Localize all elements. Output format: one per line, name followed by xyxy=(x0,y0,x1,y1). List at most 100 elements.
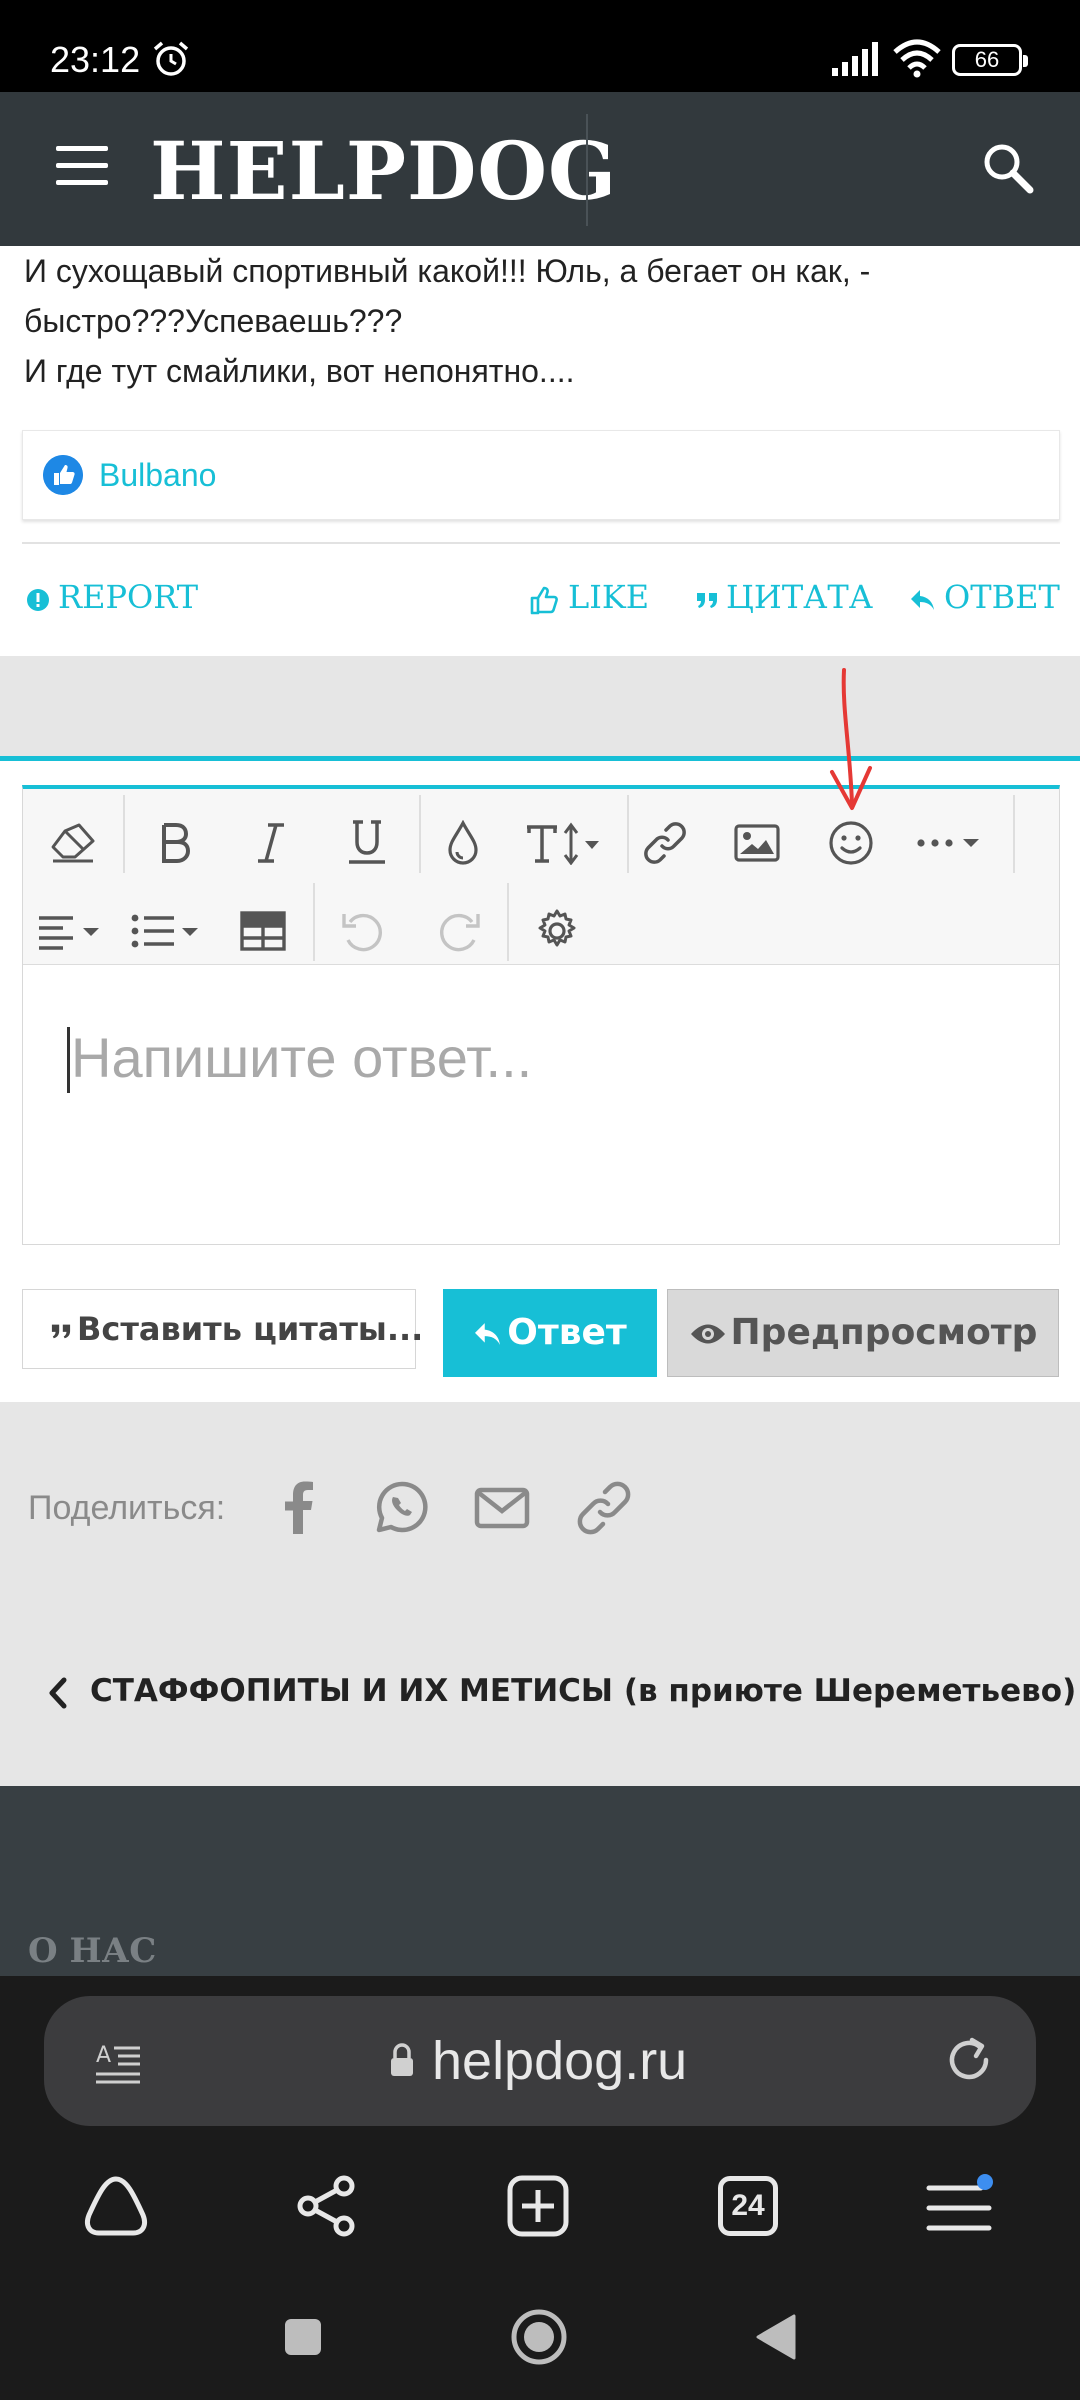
redo-icon xyxy=(440,913,480,952)
toolbar-divider xyxy=(507,883,509,961)
undo-button[interactable] xyxy=(333,901,393,961)
system-home-button[interactable] xyxy=(504,2302,574,2372)
insert-table-button[interactable] xyxy=(233,901,293,961)
underline-button[interactable] xyxy=(337,813,397,873)
liked-by-user-link[interactable]: Bulbano xyxy=(99,453,216,497)
toolbar-divider xyxy=(627,795,629,873)
footer-about-heading: О НАС xyxy=(28,1931,157,1971)
plus-square-icon xyxy=(507,2175,569,2237)
reply-icon xyxy=(475,1323,501,1345)
menu-icon xyxy=(926,2174,993,2231)
thumbs-up-outline-icon xyxy=(530,586,558,614)
toolbar-divider xyxy=(123,795,125,873)
smiley-icon xyxy=(829,821,873,865)
editor-toolbar xyxy=(23,789,1059,965)
rich-text-editor: Напишите ответ... xyxy=(22,785,1060,1245)
chevron-left-icon xyxy=(49,1677,67,1708)
quote-button[interactable]: ЦИТАТА xyxy=(696,572,873,622)
align-left-icon xyxy=(39,916,99,950)
align-dropdown[interactable] xyxy=(35,901,111,961)
post-line: И сухощавый спортивный какой!!! Юль, а б… xyxy=(24,253,871,289)
reply-textarea[interactable]: Напишите ответ... xyxy=(23,965,1059,1245)
text-size-icon xyxy=(527,822,599,865)
underline-icon xyxy=(349,820,385,864)
signal-icon xyxy=(832,42,878,76)
share-icon xyxy=(297,2175,355,2237)
site-header: HELPDOG xyxy=(0,92,1080,246)
battery-indicator: 66 xyxy=(952,44,1028,76)
post-line: И где тут смайлики, вот непонятно.... xyxy=(24,353,575,389)
reply-button[interactable]: ОТВЕТ xyxy=(910,572,1060,622)
text-caret xyxy=(67,1027,70,1093)
redo-button[interactable] xyxy=(429,901,489,961)
alert-icon xyxy=(27,588,49,611)
reader-mode-icon[interactable]: A xyxy=(94,2036,144,2086)
clear-formatting-button[interactable] xyxy=(43,813,103,873)
text-color-button[interactable] xyxy=(433,813,493,873)
system-back-button[interactable] xyxy=(740,2302,810,2372)
more-dots-icon xyxy=(917,839,979,847)
insert-link-button[interactable] xyxy=(635,813,695,873)
copy-link-icon[interactable] xyxy=(574,1478,634,1538)
report-button[interactable]: REPORT xyxy=(26,572,198,622)
insert-smilie-button[interactable] xyxy=(821,813,881,873)
reply-icon xyxy=(911,589,934,610)
wifi-icon xyxy=(893,39,941,78)
status-bar: 23:12 66 xyxy=(0,0,1080,92)
browser-menu-button[interactable] xyxy=(920,2166,1000,2246)
more-options-dropdown[interactable] xyxy=(907,813,997,873)
post-divider xyxy=(22,542,1060,544)
browser-chrome: A helpdog.ru 24 xyxy=(0,1976,1080,2400)
menu-icon[interactable] xyxy=(56,146,108,186)
submit-reply-label: Ответ xyxy=(507,1312,627,1353)
reload-icon[interactable] xyxy=(942,2034,996,2088)
bold-button[interactable] xyxy=(145,813,205,873)
home-button[interactable] xyxy=(76,2166,156,2246)
annotation-arrow xyxy=(830,668,872,810)
eraser-icon xyxy=(51,823,95,863)
post-body: И сухощавый спортивный какой!!! Юль, а б… xyxy=(24,246,1064,396)
breadcrumb-label: СТАФФОПИТЫ И ИХ МЕТИСЫ (в приюте Шеремет… xyxy=(90,1673,1077,1709)
undo-icon xyxy=(342,913,382,952)
browser-home-icon xyxy=(84,2176,148,2236)
url-text[interactable]: helpdog.ru xyxy=(432,2024,687,2098)
square-icon xyxy=(285,2319,321,2355)
image-icon xyxy=(734,824,780,862)
insert-image-button[interactable] xyxy=(727,813,787,873)
tabs-button[interactable]: 24 xyxy=(708,2166,788,2246)
font-size-dropdown[interactable] xyxy=(523,813,613,873)
thread-breadcrumb-link[interactable]: СТАФФОПИТЫ И ИХ МЕТИСЫ (в приюте Шеремет… xyxy=(48,1666,1076,1716)
like-button[interactable]: LIKE xyxy=(528,572,649,622)
preview-button[interactable]: Предпросмотр xyxy=(667,1289,1059,1377)
eye-icon xyxy=(690,1324,725,1344)
like-label: LIKE xyxy=(568,578,650,616)
italic-button[interactable] xyxy=(241,813,301,873)
toolbar-divider xyxy=(419,795,421,873)
triangle-back-icon xyxy=(756,2314,796,2360)
email-icon[interactable] xyxy=(472,1478,532,1538)
editor-settings-button[interactable] xyxy=(527,901,587,961)
submit-reply-button[interactable]: Ответ xyxy=(443,1289,657,1377)
list-dropdown[interactable] xyxy=(129,901,205,961)
svg-text:A: A xyxy=(96,2043,111,2068)
reply-placeholder: Напишите ответ... xyxy=(71,1026,533,1089)
search-icon[interactable] xyxy=(980,140,1036,196)
share-page-button[interactable] xyxy=(286,2166,366,2246)
new-tab-button[interactable] xyxy=(498,2166,578,2246)
facebook-icon[interactable] xyxy=(270,1478,330,1538)
preview-label: Предпросмотр xyxy=(730,1312,1038,1353)
recent-apps-button[interactable] xyxy=(268,2302,338,2372)
whatsapp-icon[interactable] xyxy=(372,1478,432,1538)
quote-icon xyxy=(697,592,717,608)
insert-quotes-label: Вставить цитаты... xyxy=(77,1310,424,1348)
thumbs-up-icon xyxy=(43,455,83,495)
insert-quotes-button[interactable]: Вставить цитаты... xyxy=(22,1289,423,1369)
address-bar[interactable]: A helpdog.ru xyxy=(44,1996,1036,2126)
italic-icon xyxy=(258,823,284,863)
quote-icon xyxy=(51,1324,71,1339)
quote-label: ЦИТАТА xyxy=(726,578,873,616)
site-logo[interactable]: HELPDOG xyxy=(150,124,617,218)
alarm-icon xyxy=(153,41,189,76)
reply-label: ОТВЕТ xyxy=(944,578,1060,616)
lock-icon xyxy=(391,2043,413,2076)
